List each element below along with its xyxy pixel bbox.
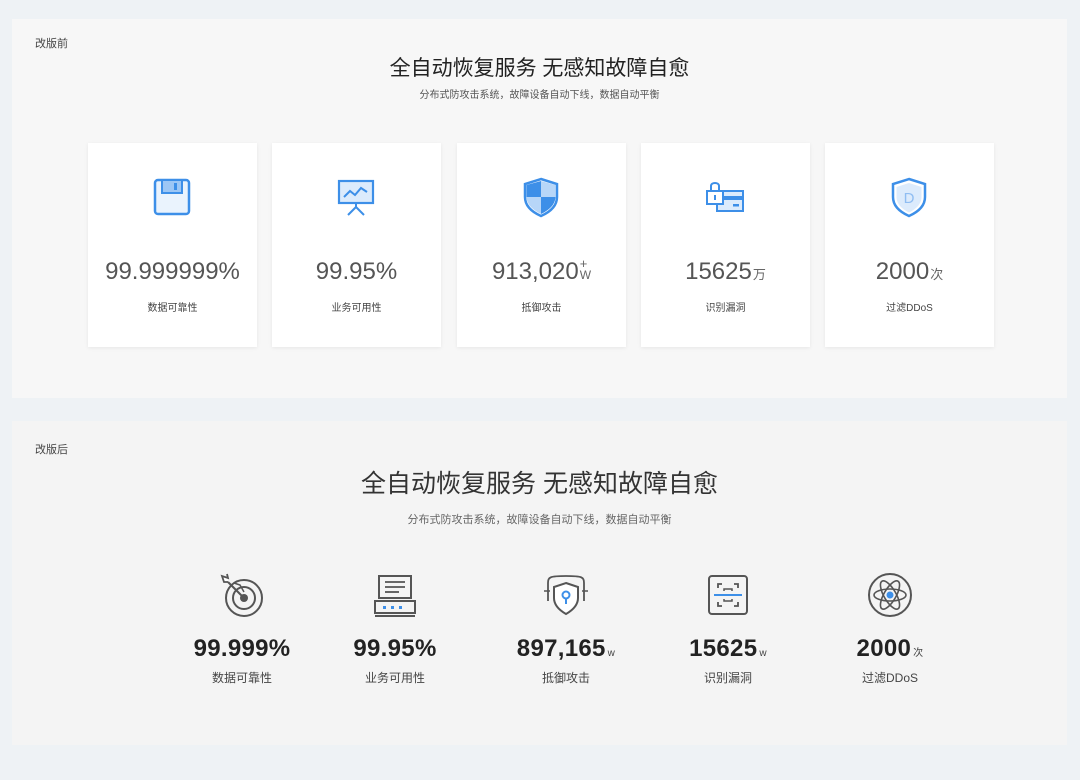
stat-value: 99.95% [353,635,437,662]
card-value: 99.95% [315,258,398,285]
card-value: 2000次 [875,258,944,285]
card-label: 过滤DDoS [886,303,933,314]
target-dart-icon [218,571,266,619]
after-subtitle: 分布式防攻击系统，故障设备自动下线，数据自动平衡 [407,514,672,526]
stat-label: 过滤DDoS [861,671,918,685]
stat-label: 抵御攻击 [541,671,590,685]
stat-vulnerabilities: 15625 w 识别漏洞 [648,571,808,686]
floppy-disk-icon [150,175,194,219]
card-unit: + W [579,256,592,282]
card-attacks: 913,020 + W 抵御攻击 [457,143,626,347]
stat-attacks: 897,165 w 抵御攻击 [486,571,646,686]
card-availability: 99.95% 业务可用性 [272,143,441,347]
shield-keyhole-icon [542,571,590,619]
card-label: 数据可靠性 [147,303,198,314]
card-ddos: D 2000次 过滤DDoS [825,143,994,347]
card-value: 15625万 [685,258,766,285]
after-panel: 改版后 全自动恢复服务 无感知故障自愈 分布式防攻击系统，故障设备自动下线，数据… [12,421,1067,745]
before-title: 全自动恢复服务 无感知故障自愈 [389,57,690,80]
stat-reliability: 99.999% 数据可靠性 [162,571,322,686]
card-unit: 万 [752,267,766,282]
stat-value: 2000 次 [856,635,924,662]
stat-value: 99.999% [193,635,291,662]
stat-unit: 次 [913,648,924,659]
stat-availability: 99.95% 业务可用性 [315,571,475,686]
card-label: 抵御攻击 [521,303,562,314]
stat-value: 897,165 w [516,635,616,662]
before-tag: 改版前 [35,38,68,50]
server-icon [371,571,419,619]
card-label: 业务可用性 [331,303,382,314]
shield-d-icon: D [887,175,931,219]
shield-icon [519,175,563,219]
svg-text:D: D [904,190,915,207]
before-panel: 改版前 全自动恢复服务 无感知故障自愈 分布式防攻击系统，故障设备自动下线，数据… [12,19,1067,398]
after-tag: 改版后 [35,444,68,456]
stat-label: 数据可靠性 [211,671,272,685]
card-vulnerabilities: 15625万 识别漏洞 [641,143,810,347]
after-title: 全自动恢复服务 无感知故障自愈 [361,470,718,498]
stat-ddos: 2000 次 过滤DDoS [810,571,970,686]
scan-frame-icon [704,571,752,619]
atom-icon [866,571,914,619]
card-label: 识别漏洞 [705,303,746,314]
presentation-chart-icon [334,175,378,219]
stat-unit: w [759,648,767,659]
stat-label: 业务可用性 [364,671,425,685]
lock-card-icon [703,175,747,219]
stat-label: 识别漏洞 [703,671,752,685]
stat-unit: w [607,648,616,659]
card-reliability: 99.999999% 数据可靠性 [88,143,257,347]
card-unit: 次 [930,267,944,282]
stat-value: 15625 w [689,635,767,662]
card-value: 913,020 + W [491,256,592,285]
card-value: 99.999999% [105,258,240,285]
before-subtitle: 分布式防攻击系统，故障设备自动下线，数据自动平衡 [419,90,660,101]
